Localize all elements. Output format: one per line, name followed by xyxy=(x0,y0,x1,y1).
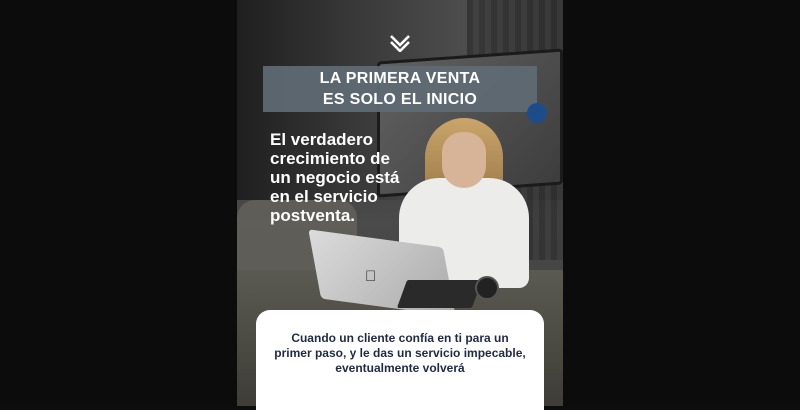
apple-logo-icon:  xyxy=(365,268,376,285)
headline-line: El verdadero xyxy=(270,130,373,149)
laptop-keyboard xyxy=(396,280,483,308)
headline: El verdadero crecimiento de un negocio e… xyxy=(270,130,440,225)
headline-line: en el servicio xyxy=(270,187,378,206)
banner-line-2: ES SOLO EL INICIO xyxy=(322,91,478,108)
woman-face xyxy=(442,132,486,188)
brand-chevron-m-logo-icon xyxy=(390,35,410,52)
title-banner-text: LA PRIMERA VENTA ES SOLO EL INICIO xyxy=(263,68,537,110)
accent-dot xyxy=(527,103,547,123)
headline-line: un negocio está xyxy=(270,168,400,187)
coffee-cup xyxy=(475,276,499,300)
right-letterbox xyxy=(563,0,800,406)
headline-line: postventa. xyxy=(270,206,356,225)
card-line: eventualmente volverá xyxy=(335,361,465,375)
left-letterbox xyxy=(0,0,237,406)
card-line: Cuando un cliente confía en ti para un xyxy=(291,331,509,345)
headline-line: crecimiento de xyxy=(270,149,390,168)
quote-card-text: Cuando un cliente confía en ti para un p… xyxy=(262,331,538,376)
banner-line-1: LA PRIMERA VENTA xyxy=(319,70,481,87)
card-line: primer paso, y le das un servicio impeca… xyxy=(274,346,526,360)
